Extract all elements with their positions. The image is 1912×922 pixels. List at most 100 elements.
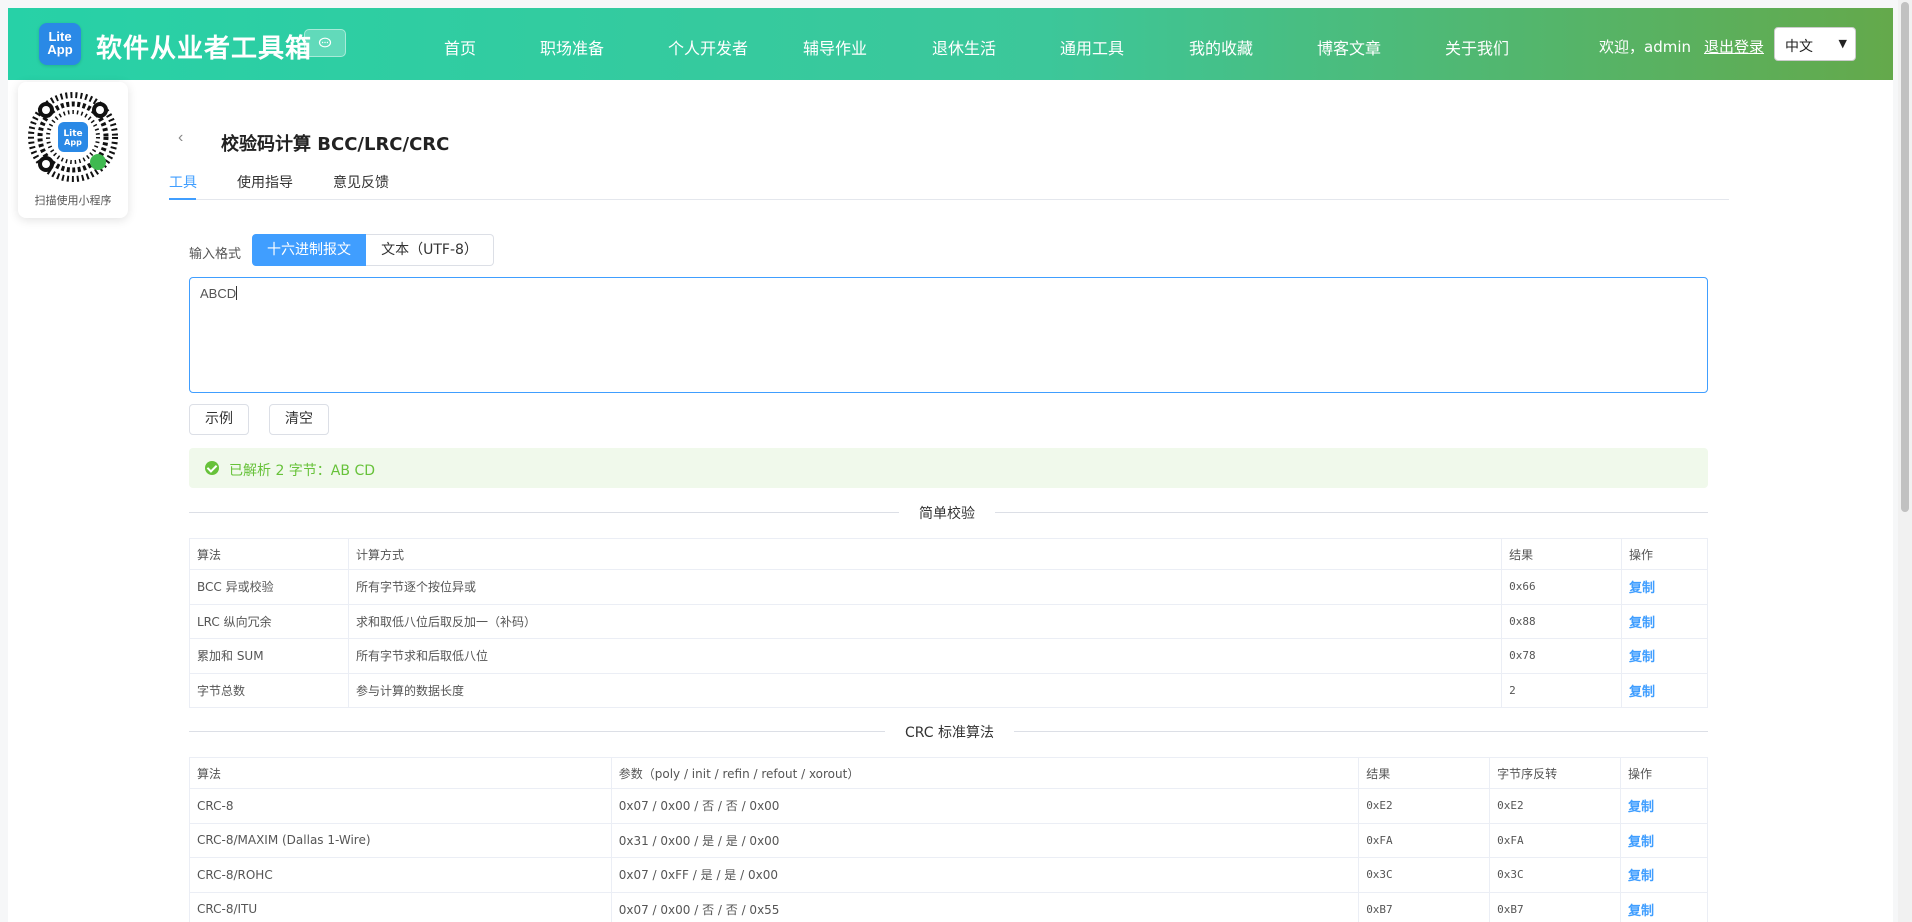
example-button[interactable]: 示例: [189, 404, 249, 435]
input-format-toggle: 十六进制报文 文本（UTF-8）: [252, 234, 494, 266]
algo-cell: 字节总数: [189, 672, 349, 708]
nav-favorites[interactable]: 我的收藏: [1189, 35, 1253, 59]
copy-link[interactable]: 复制: [1620, 788, 1708, 824]
column-header: 结果: [1358, 757, 1491, 789]
tab-tool[interactable]: 工具: [169, 172, 197, 192]
params-cell: 0x07 / 0xFF / 是 / 是 / 0x00: [610, 857, 1360, 893]
miniprogram-qr-card: Lite App 扫描使用小程序: [18, 82, 128, 218]
table-row: 累加和 SUM 所有字节求和后取低八位 0x78 复制: [189, 638, 1708, 674]
params-cell: 0x31 / 0x00 / 是 / 是 / 0x00: [610, 822, 1360, 858]
page-title: 校验码计算 BCC/LRC/CRC: [221, 134, 450, 155]
algo-cell: CRC-8/ITU: [189, 891, 612, 922]
scrollbar-thumb[interactable]: [1901, 2, 1909, 512]
reversed-cell: 0x3C: [1489, 857, 1622, 893]
svg-text:App: App: [64, 138, 82, 147]
column-header: 算法: [189, 538, 349, 570]
reversed-cell: 0xE2: [1489, 788, 1622, 824]
copy-link[interactable]: 复制: [1621, 638, 1708, 674]
table-row: 字节总数 参与计算的数据长度 2 复制: [189, 672, 1708, 708]
algo-cell: CRC-8: [189, 788, 612, 824]
input-format-label: 输入格式: [189, 247, 242, 262]
active-tab-indicator: [169, 198, 196, 200]
qr-label: 扫描使用小程序: [34, 194, 112, 207]
nav-about[interactable]: 关于我们: [1445, 35, 1509, 59]
method-cell: 所有字节求和后取低八位: [347, 638, 1503, 674]
table-row: LRC 纵向冗余 求和取低八位后取反加一（补码） 0x88 复制: [189, 603, 1708, 639]
nav-retirement[interactable]: 退休生活: [932, 35, 996, 59]
params-cell: 0x07 / 0x00 / 否 / 否 / 0x00: [610, 788, 1360, 824]
algo-cell: BCC 异或校验: [189, 569, 349, 605]
column-header: 字节序反转: [1489, 757, 1622, 789]
tab-bar: 工具 使用指导 意见反馈: [169, 170, 1729, 200]
chat-button[interactable]: [304, 29, 346, 57]
table-row: CRC-8/ITU 0x07 / 0x00 / 否 / 否 / 0x55 0xB…: [189, 891, 1708, 922]
copy-link[interactable]: 复制: [1621, 603, 1708, 639]
copy-link[interactable]: 复制: [1620, 857, 1708, 893]
result-cell: 0x88: [1501, 603, 1623, 639]
text-cursor: [236, 286, 238, 300]
result-cell: 0xE2: [1358, 788, 1491, 824]
nav-homework[interactable]: 辅导作业: [803, 35, 867, 59]
copy-link[interactable]: 复制: [1621, 569, 1708, 605]
tab-guide[interactable]: 使用指导: [237, 172, 293, 192]
language-value: 中文: [1785, 39, 1813, 55]
crc-section-divider: CRC 标准算法: [189, 722, 1708, 742]
table-row: BCC 异或校验 所有字节逐个按位异或 0x66 复制: [189, 569, 1708, 605]
logo-text-bottom: App: [47, 42, 73, 57]
table-header-row: 算法 参数（poly / init / refin / refout / xor…: [189, 757, 1708, 789]
column-header: 结果: [1501, 538, 1623, 570]
table-row: CRC-8/ROHC 0x07 / 0xFF / 是 / 是 / 0x00 0x…: [189, 857, 1708, 893]
reversed-cell: 0xB7: [1489, 891, 1622, 922]
algo-cell: CRC-8/MAXIM (Dallas 1-Wire): [189, 822, 612, 858]
nav-home[interactable]: 首页: [444, 35, 476, 59]
format-hex-button[interactable]: 十六进制报文: [252, 234, 366, 266]
parse-result-alert: 已解析 2 字节：AB CD: [189, 448, 1708, 488]
table-row: CRC-8/MAXIM (Dallas 1-Wire) 0x31 / 0x00 …: [189, 822, 1708, 858]
top-header: Lite App 软件从业者工具箱 首页 职场准备 个人开发者 辅导作业 退休生…: [8, 8, 1893, 80]
table-header-row: 算法 计算方式 结果 操作: [189, 538, 1708, 570]
logout-link[interactable]: 退出登录: [1704, 36, 1764, 57]
algo-cell: 累加和 SUM: [189, 638, 349, 674]
simple-check-table: 算法 计算方式 结果 操作 BCC 异或校验 所有字节逐个按位异或 0x66 复…: [189, 538, 1708, 708]
language-select[interactable]: 中文 ▼: [1774, 27, 1856, 61]
method-cell: 求和取低八位后取反加一（补码）: [347, 603, 1503, 639]
tab-feedback[interactable]: 意见反馈: [333, 172, 389, 192]
result-cell: 0xB7: [1358, 891, 1491, 922]
result-cell: 0x78: [1501, 638, 1623, 674]
message-input[interactable]: ABCD: [189, 277, 1708, 393]
column-header: 操作: [1620, 757, 1708, 789]
simple-section-divider: 简单校验: [189, 503, 1708, 523]
nav-blog[interactable]: 博客文章: [1317, 35, 1381, 59]
chat-icon: [318, 37, 332, 48]
column-header: 计算方式: [347, 538, 1503, 570]
page: Lite App 软件从业者工具箱 首页 职场准备 个人开发者 辅导作业 退休生…: [0, 0, 1912, 922]
method-cell: 所有字节逐个按位异或: [347, 569, 1503, 605]
format-text-button[interactable]: 文本（UTF-8）: [366, 234, 494, 266]
crc-table: 算法 参数（poly / init / refin / refout / xor…: [189, 757, 1708, 922]
copy-link[interactable]: 复制: [1621, 672, 1708, 708]
method-cell: 参与计算的数据长度: [347, 672, 1503, 708]
column-header: 操作: [1621, 538, 1708, 570]
brand-title[interactable]: 软件从业者工具箱: [96, 28, 312, 65]
nav-tools[interactable]: 通用工具: [1060, 35, 1124, 59]
chevron-down-icon: ▼: [1838, 37, 1847, 50]
crc-section-title: CRC 标准算法: [885, 722, 1015, 742]
algo-cell: LRC 纵向冗余: [189, 603, 349, 639]
app-logo[interactable]: Lite App: [39, 23, 81, 65]
nav-career[interactable]: 职场准备: [540, 35, 604, 59]
column-header: 算法: [189, 757, 612, 789]
result-cell: 2: [1501, 672, 1623, 708]
qr-code-image: Lite App: [28, 92, 118, 182]
result-cell: 0x66: [1501, 569, 1623, 605]
back-arrow-icon[interactable]: ‹: [178, 129, 183, 147]
message-input-value: ABCD: [200, 286, 237, 301]
copy-link[interactable]: 复制: [1620, 891, 1708, 922]
result-cell: 0xFA: [1358, 822, 1491, 858]
simple-section-title: 简单校验: [899, 503, 995, 523]
copy-link[interactable]: 复制: [1620, 822, 1708, 858]
nav-developer[interactable]: 个人开发者: [668, 35, 748, 59]
success-check-icon: [205, 461, 219, 475]
clear-button[interactable]: 清空: [269, 404, 329, 435]
reversed-cell: 0xFA: [1489, 822, 1622, 858]
result-cell: 0x3C: [1358, 857, 1491, 893]
